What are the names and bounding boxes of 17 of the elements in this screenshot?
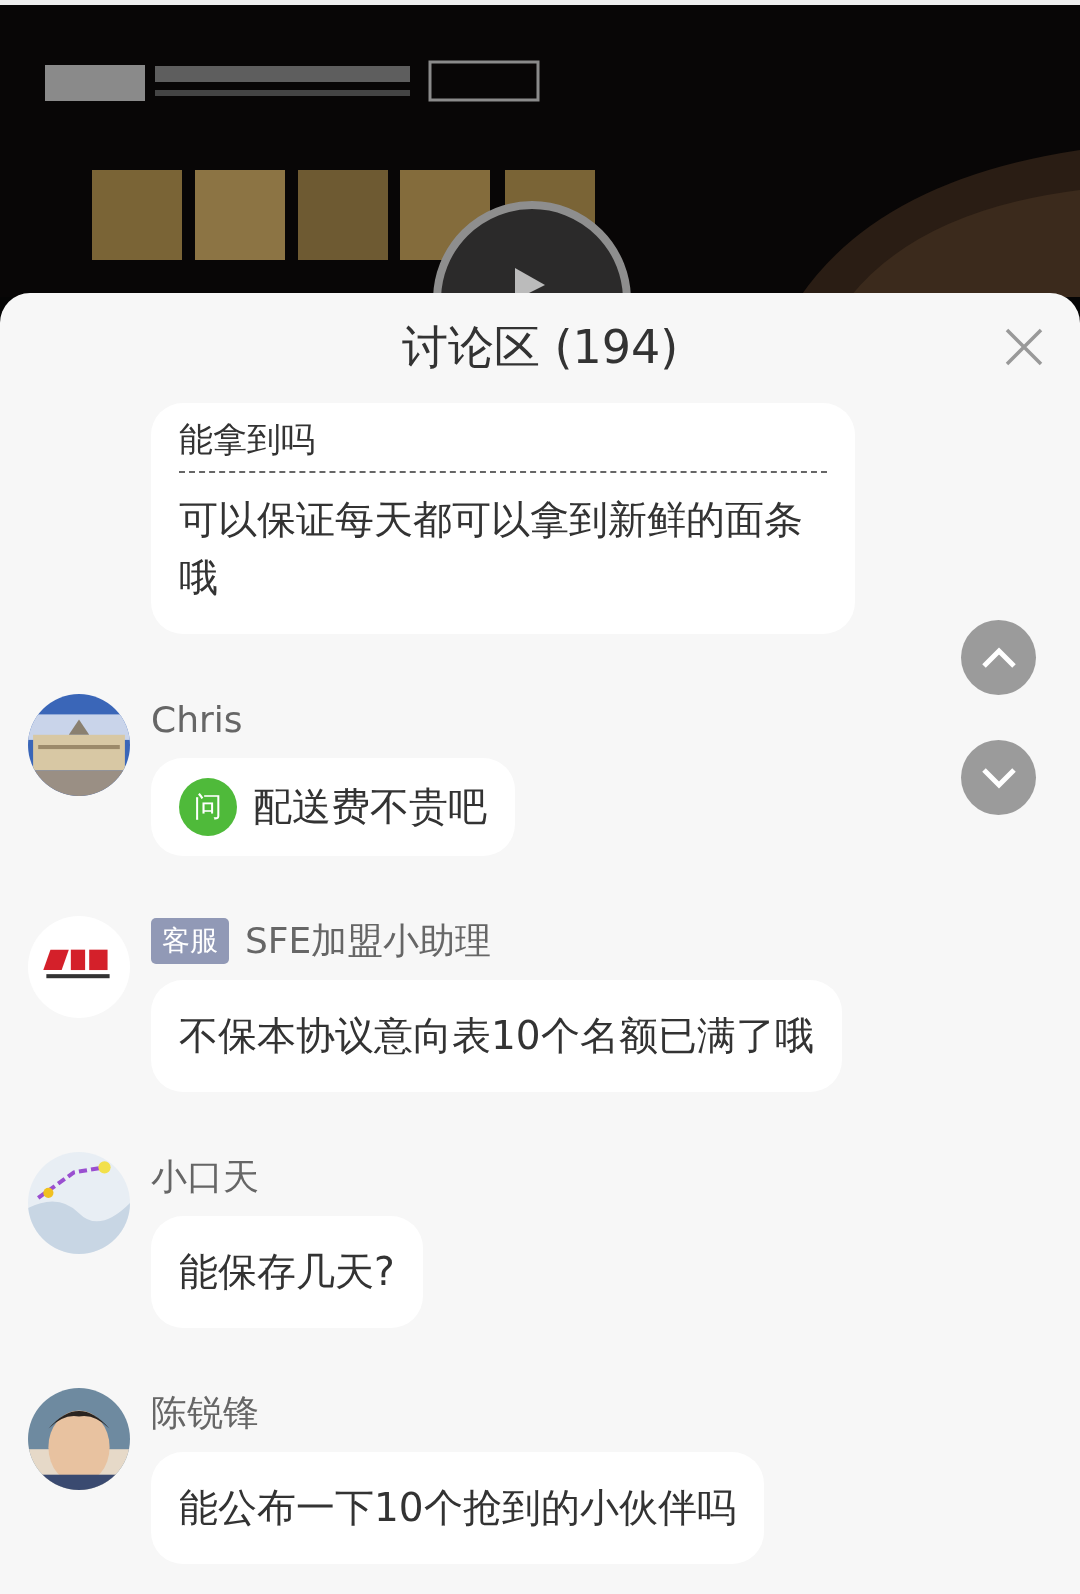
logo-icon [28, 916, 130, 1018]
message-text: 能保存几天? [179, 1248, 395, 1296]
panel-title: 讨论区 (194) [401, 319, 679, 376]
user-name: 小口天 [151, 1154, 259, 1199]
question-badge: 问 [179, 778, 237, 836]
chevron-down-icon [980, 766, 1017, 789]
user-name: 陈锐锋 [151, 1390, 259, 1435]
message-text: 可以保证每天都可以拿到新鲜的面条哦 [179, 496, 804, 602]
quoted-question: 能拿到吗 [179, 418, 316, 461]
message-text: 不保本协议意向表10个名额已满了哦 [179, 1012, 814, 1060]
user-name: SFE加盟小助理 [245, 918, 492, 963]
close-button[interactable] [1004, 327, 1044, 367]
user-name: Chris [151, 698, 243, 740]
message-text: 配送费不贵吧 [253, 783, 487, 831]
chevron-up-icon [980, 646, 1017, 669]
role-tag: 客服 [151, 918, 229, 964]
message-text: 能公布一下10个抢到的小伙伴吗 [179, 1484, 736, 1532]
